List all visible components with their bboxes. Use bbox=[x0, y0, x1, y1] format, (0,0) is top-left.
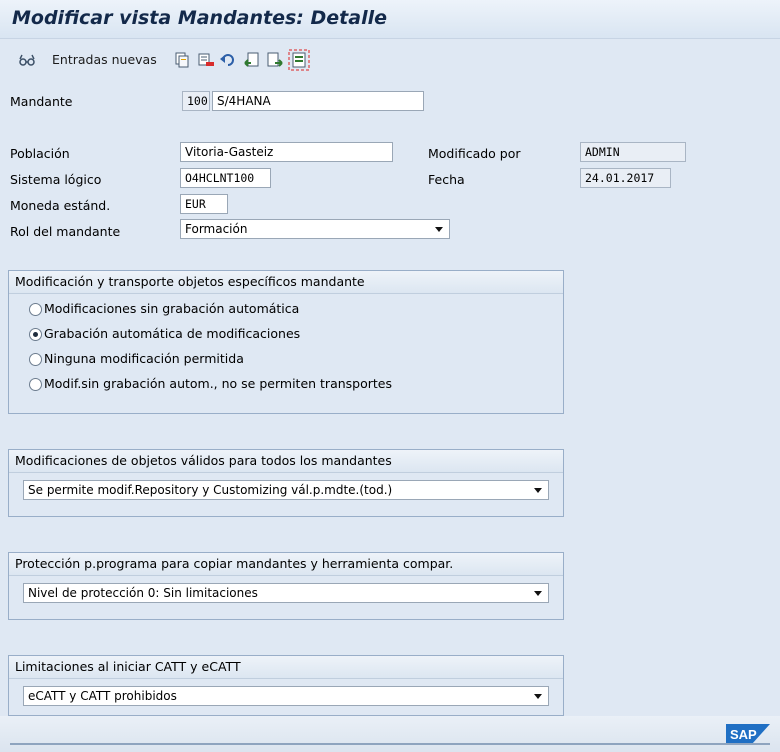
radio-button-selected[interactable] bbox=[29, 328, 42, 341]
catt-group: Limitaciones al iniciar CATT y eCATT eCA… bbox=[8, 655, 564, 716]
copy-icon[interactable] bbox=[173, 51, 191, 69]
radio-option-no-auto-recording[interactable]: Modificaciones sin grabación automática bbox=[29, 301, 299, 319]
currency-field[interactable]: EUR bbox=[180, 194, 228, 214]
client-label: Mandante bbox=[10, 94, 73, 109]
previous-entry-icon[interactable] bbox=[243, 51, 261, 69]
radio-label: Modificaciones sin grabación automática bbox=[44, 301, 300, 316]
protection-group: Protección p.programa para copiar mandan… bbox=[8, 552, 564, 620]
radio-label: Modif.sin grabación autom., no se permit… bbox=[44, 376, 392, 391]
chevron-down-icon bbox=[534, 694, 542, 699]
date-field: 24.01.2017 bbox=[580, 168, 671, 188]
protection-level-value: Nivel de protección 0: Sin limitaciones bbox=[28, 586, 258, 600]
page-title: Modificar vista Mandantes: Detalle bbox=[12, 7, 387, 29]
client-name-field[interactable]: S/4HANA bbox=[212, 91, 424, 111]
cross-client-group: Modificaciones de objetos válidos para t… bbox=[8, 449, 564, 517]
cross-client-group-title: Modificaciones de objetos válidos para t… bbox=[9, 450, 563, 473]
logical-system-field[interactable]: O4HCLNT100 bbox=[180, 168, 271, 188]
client-number-field: 100 bbox=[182, 91, 210, 111]
status-line bbox=[10, 743, 770, 745]
city-label: Población bbox=[10, 146, 70, 161]
chevron-down-icon bbox=[534, 488, 542, 493]
radio-button[interactable] bbox=[29, 353, 42, 366]
delete-icon[interactable] bbox=[197, 51, 215, 69]
select-all-icon[interactable] bbox=[288, 49, 310, 71]
transport-group-title: Modificación y transporte objetos especí… bbox=[9, 271, 563, 294]
transport-group: Modificación y transporte objetos especí… bbox=[8, 270, 564, 414]
radio-option-no-changes[interactable]: Ninguna modificación permitida bbox=[29, 351, 244, 369]
chevron-down-icon bbox=[534, 591, 542, 596]
sap-logo: SAP bbox=[726, 724, 770, 744]
detail-area: Mandante 100 S/4HANA Población Vitoria-G… bbox=[0, 82, 780, 716]
currency-label: Moneda estánd. bbox=[10, 198, 111, 213]
title-bar: Modificar vista Mandantes: Detalle bbox=[0, 0, 780, 39]
new-entries-button[interactable]: Entradas nuevas bbox=[52, 52, 157, 67]
next-entry-icon[interactable] bbox=[266, 51, 284, 69]
client-role-select[interactable]: Formación bbox=[180, 219, 450, 239]
client-role-label: Rol del mandante bbox=[10, 224, 121, 239]
catt-restriction-value: eCATT y CATT prohibidos bbox=[28, 689, 177, 703]
sap-logo-text: SAP bbox=[730, 727, 757, 742]
undo-icon[interactable] bbox=[219, 51, 237, 69]
radio-button[interactable] bbox=[29, 378, 42, 391]
city-field[interactable]: Vitoria-Gasteiz bbox=[180, 142, 393, 162]
date-label: Fecha bbox=[428, 172, 465, 187]
chevron-down-icon bbox=[435, 227, 443, 232]
radio-button[interactable] bbox=[29, 303, 42, 316]
radio-option-no-transports[interactable]: Modif.sin grabación autom., no se permit… bbox=[29, 376, 392, 394]
changed-by-label: Modificado por bbox=[428, 146, 521, 161]
changed-by-field: ADMIN bbox=[580, 142, 686, 162]
catt-restriction-select[interactable]: eCATT y CATT prohibidos bbox=[23, 686, 549, 706]
protection-level-select[interactable]: Nivel de protección 0: Sin limitaciones bbox=[23, 583, 549, 603]
status-bar: SAP bbox=[0, 716, 780, 752]
cross-client-value: Se permite modif.Repository y Customizin… bbox=[28, 483, 393, 497]
logical-system-label: Sistema lógico bbox=[10, 172, 102, 187]
cross-client-select[interactable]: Se permite modif.Repository y Customizin… bbox=[23, 480, 549, 500]
client-role-value: Formación bbox=[185, 222, 248, 236]
catt-group-title: Limitaciones al iniciar CATT y eCATT bbox=[9, 656, 563, 679]
radio-label: Ninguna modificación permitida bbox=[44, 351, 244, 366]
application-toolbar: Entradas nuevas bbox=[0, 40, 780, 80]
radio-option-auto-recording[interactable]: Grabación automática de modificaciones bbox=[29, 326, 300, 344]
glasses-icon[interactable] bbox=[18, 51, 36, 69]
radio-label: Grabación automática de modificaciones bbox=[44, 326, 301, 341]
protection-group-title: Protección p.programa para copiar mandan… bbox=[9, 553, 563, 576]
